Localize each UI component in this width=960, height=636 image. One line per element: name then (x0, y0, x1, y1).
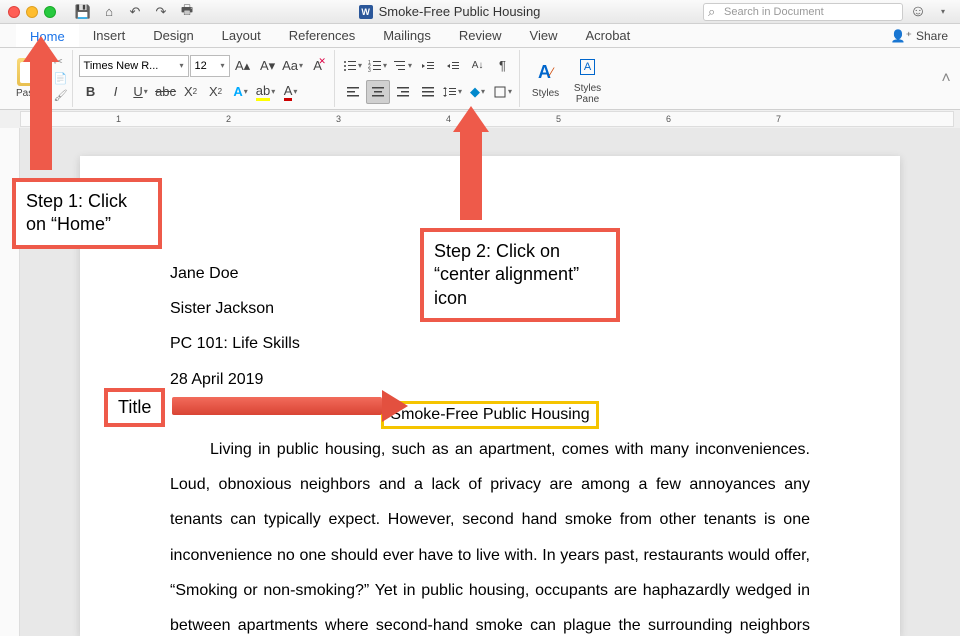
font-color-icon[interactable]: A▾ (279, 80, 303, 104)
tab-view[interactable]: View (516, 24, 572, 47)
annotation-step2: Step 2: Click on “center alignment” icon (420, 228, 620, 322)
annotation-title-label: Title (104, 388, 165, 427)
tab-review[interactable]: Review (445, 24, 516, 47)
window-zoom-icon[interactable] (44, 6, 56, 18)
ruler-mark: 6 (666, 114, 671, 124)
styles-pane-label: Styles Pane (574, 83, 601, 105)
shading-icon[interactable]: ◆▾ (466, 80, 490, 104)
titlebar: 💾 ⌂ ↶ ↷ 🖶 W Smoke-Free Public Housing Se… (0, 0, 960, 24)
decrease-indent-icon[interactable] (416, 54, 440, 78)
shrink-font-icon[interactable]: A▾ (256, 54, 280, 78)
show-marks-icon[interactable]: ¶ (491, 54, 515, 78)
menu-bar: Home Insert Design Layout References Mai… (0, 24, 960, 48)
styles-icon: A⁄ (532, 58, 560, 86)
italic-button[interactable]: I (104, 80, 128, 104)
justify-icon[interactable] (416, 80, 440, 104)
doc-body-paragraph[interactable]: Living in public housing, such as an apa… (170, 432, 810, 636)
tab-acrobat[interactable]: Acrobat (571, 24, 644, 47)
arrow-shaft (30, 60, 52, 170)
copy-icon[interactable]: 📄 (54, 72, 68, 85)
home-quick-icon[interactable]: ⌂ (100, 3, 118, 21)
clear-formatting-icon[interactable]: A✕ (306, 54, 330, 78)
styles-pane-icon: A (574, 53, 602, 81)
arrow-shaft (172, 397, 382, 415)
search-placeholder: Search in Document (724, 6, 824, 18)
borders-icon[interactable]: ▾ (491, 80, 515, 104)
print-icon[interactable]: 🖶 (178, 3, 196, 21)
word-app-icon: W (359, 5, 373, 19)
redo-icon[interactable]: ↷ (152, 3, 170, 21)
document-title: Smoke-Free Public Housing (379, 4, 541, 19)
styles-label: Styles (532, 88, 559, 99)
line-spacing-icon[interactable]: ▾ (441, 80, 465, 104)
sort-icon[interactable]: A↓ (466, 54, 490, 78)
paragraph-group: ▾ 123▾ ▾ A↓ ¶ ▾ ◆▾ ▾ (337, 50, 520, 107)
strikethrough-button[interactable]: abc (154, 80, 178, 104)
doc-title-text[interactable]: Smoke-Free Public Housing (381, 401, 598, 429)
window-close-icon[interactable] (8, 6, 20, 18)
multilevel-list-icon[interactable]: ▾ (391, 54, 415, 78)
font-size-value: 12 (195, 60, 207, 72)
increase-indent-icon[interactable] (441, 54, 465, 78)
underline-button[interactable]: U▾ (129, 80, 153, 104)
svg-text:3: 3 (368, 68, 371, 73)
arrow-shaft (460, 130, 482, 220)
align-right-icon[interactable] (391, 80, 415, 104)
format-painter-icon[interactable]: 🖌 (54, 89, 68, 102)
subscript-button[interactable]: X2 (179, 80, 203, 104)
collapse-ribbon-icon[interactable]: ˄ (938, 70, 954, 88)
ribbon: Paste ✂ 📄 🖌 Times New R...▾ 12▾ A▴ A▾ Aa… (0, 48, 960, 110)
undo-icon[interactable]: ↶ (126, 3, 144, 21)
tab-design[interactable]: Design (139, 24, 207, 47)
font-group: Times New R...▾ 12▾ A▴ A▾ Aa▾ A✕ B I U▾ … (75, 50, 335, 107)
grow-font-icon[interactable]: A▴ (231, 54, 255, 78)
tab-references[interactable]: References (275, 24, 369, 47)
font-size-select[interactable]: 12▾ (190, 55, 230, 77)
styles-button[interactable]: A⁄ Styles (526, 56, 566, 101)
ruler-mark: 5 (556, 114, 561, 124)
ruler-mark: 4 (446, 114, 451, 124)
bold-button[interactable]: B (79, 80, 103, 104)
styles-pane-button[interactable]: A Styles Pane (568, 51, 608, 107)
tab-layout[interactable]: Layout (208, 24, 275, 47)
share-icon: 👤⁺ (891, 29, 912, 43)
annotation-step1: Step 1: Click on “Home” (12, 178, 162, 249)
doc-header-line[interactable]: PC 101: Life Skills (170, 326, 810, 361)
tab-mailings[interactable]: Mailings (369, 24, 445, 47)
feedback-dropdown-icon[interactable]: ▾ (934, 3, 952, 21)
tab-insert[interactable]: Insert (79, 24, 140, 47)
save-icon[interactable]: 💾 (74, 3, 92, 21)
search-input[interactable]: Search in Document (703, 3, 903, 21)
superscript-button[interactable]: X2 (204, 80, 228, 104)
share-button[interactable]: 👤⁺ Share (879, 29, 960, 43)
ruler-mark: 2 (226, 114, 231, 124)
feedback-icon[interactable]: ☺ (909, 3, 927, 21)
arrow-head-icon (453, 106, 489, 132)
text-effects-icon[interactable]: A▾ (229, 80, 253, 104)
font-family-value: Times New R... (84, 60, 159, 72)
numbering-icon[interactable]: 123▾ (366, 54, 390, 78)
bullets-icon[interactable]: ▾ (341, 54, 365, 78)
align-left-icon[interactable] (341, 80, 365, 104)
arrow-head-icon (23, 36, 59, 62)
align-center-icon[interactable] (366, 80, 390, 104)
highlight-icon[interactable]: ab▾ (254, 80, 278, 104)
share-label: Share (916, 29, 948, 43)
ruler-mark: 7 (776, 114, 781, 124)
window-minimize-icon[interactable] (26, 6, 38, 18)
font-family-select[interactable]: Times New R...▾ (79, 55, 189, 77)
ruler-mark: 1 (116, 114, 121, 124)
arrow-head-icon (382, 390, 408, 422)
ruler-mark: 3 (336, 114, 341, 124)
change-case-icon[interactable]: Aa▾ (281, 54, 305, 78)
